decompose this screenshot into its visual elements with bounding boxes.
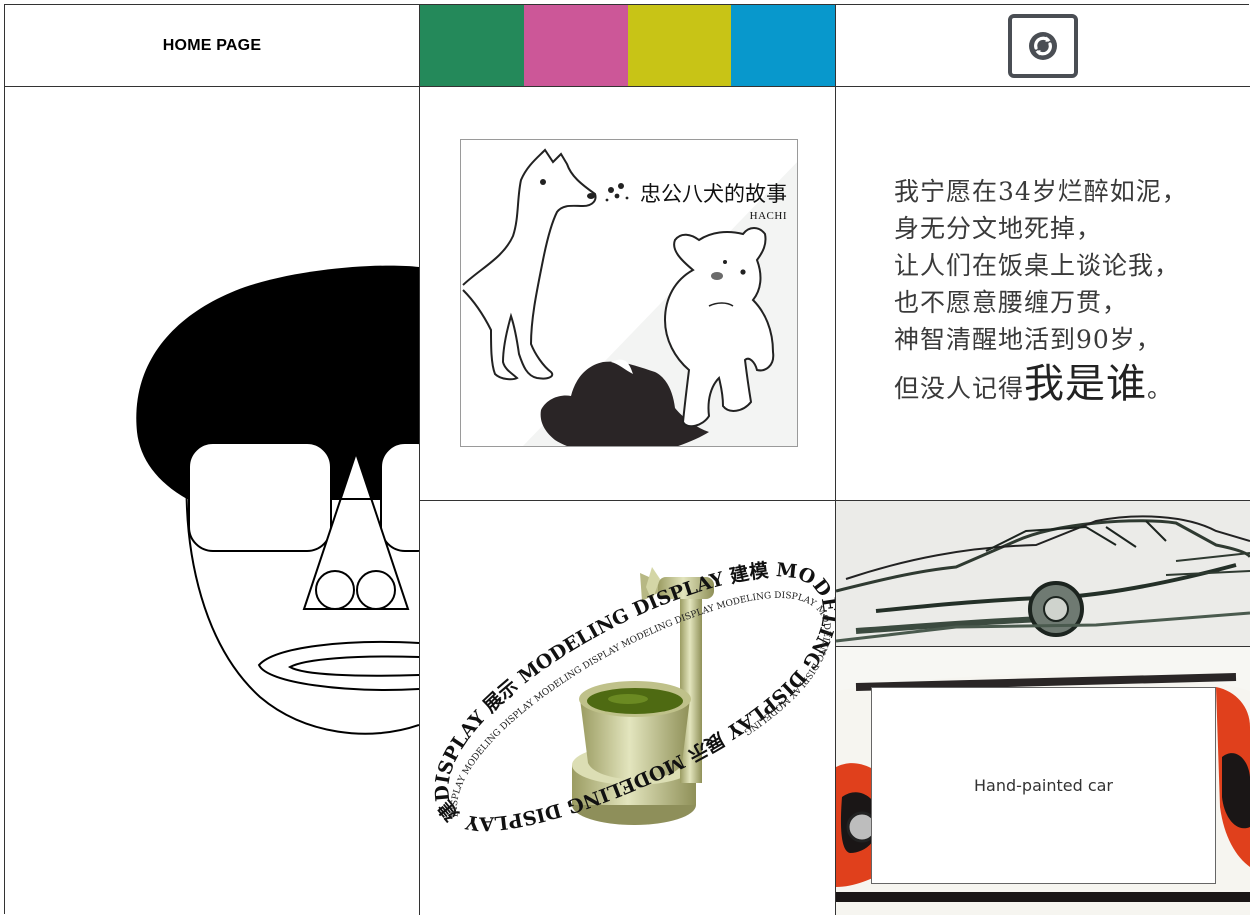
hachi-poster-cell[interactable]: 忠公八犬的故事 HACHI: [420, 87, 835, 500]
poem-final-emphasis: 我是谁: [1024, 361, 1148, 407]
ring-text-outer: DISPLAY 展示 MODELING DISPLAY 建模 MODELING …: [420, 501, 835, 834]
poem-line-final: 但没人记得我是谁。: [894, 364, 1188, 407]
portfolio-grid: HOME PAGE 忠公八犬的故事 HACHI 我宁愿在34岁烂醉如泥， 身无分…: [4, 4, 1250, 915]
divider: [420, 500, 1250, 501]
refresh-button[interactable]: [1008, 13, 1078, 78]
home-page-label: HOME PAGE: [162, 36, 262, 54]
matcha-cup-render: DISPLAY 展示 MODELING DISPLAY 建模 MODELING …: [420, 501, 835, 834]
swatch-green[interactable]: [420, 5, 524, 86]
home-page-link[interactable]: HOME PAGE: [5, 5, 419, 86]
afro-face-illustration: [5, 87, 419, 915]
poem-text: 我宁愿在34岁烂醉如泥， 身无分文地死掉， 让人们在饭桌上谈论我， 也不愿意腰缠…: [894, 173, 1188, 407]
poem-final-prefix: 但没人记得: [894, 374, 1025, 403]
refresh-icon: [1029, 31, 1057, 60]
divider: [5, 86, 1250, 87]
car-caption: Hand-painted car: [974, 776, 1113, 795]
sketch-car-drawing: [836, 501, 1250, 646]
poem-line: 神智清醒地活到90岁，: [894, 325, 1162, 354]
poem-line: 让人们在饭桌上谈论我，: [894, 251, 1181, 280]
divider: [419, 5, 420, 915]
car-caption-box: Hand-painted car: [871, 687, 1216, 884]
swatch-pink[interactable]: [523, 5, 628, 86]
sketch-car-cell[interactable]: [836, 501, 1250, 646]
swatch-blue[interactable]: [731, 5, 835, 86]
red-car-cell[interactable]: Hand-painted car: [836, 647, 1250, 915]
poster-subtitle: HACHI: [749, 210, 787, 222]
divider: [836, 646, 1250, 647]
face-drawing: [136, 265, 419, 735]
refresh-cell: [836, 5, 1250, 86]
color-swatches: [420, 5, 835, 86]
swatch-olive[interactable]: [627, 5, 732, 86]
poem-final-suffix: 。: [1147, 374, 1174, 403]
hachi-poster: 忠公八犬的故事 HACHI: [460, 139, 798, 447]
modeling-display-cell[interactable]: DISPLAY 展示 MODELING DISPLAY 建模 MODELING …: [420, 501, 835, 915]
poem-line: 也不愿意腰缠万贯，: [894, 288, 1129, 317]
divider: [835, 5, 836, 915]
poem-line: 身无分文地死掉，: [894, 214, 1103, 243]
poster-title: 忠公八犬的故事: [640, 182, 787, 206]
poem-cell: 我宁愿在34岁烂醉如泥， 身无分文地死掉， 让人们在饭桌上谈论我， 也不愿意腰缠…: [836, 87, 1250, 500]
poem-line: 我宁愿在34岁烂醉如泥，: [894, 177, 1188, 206]
